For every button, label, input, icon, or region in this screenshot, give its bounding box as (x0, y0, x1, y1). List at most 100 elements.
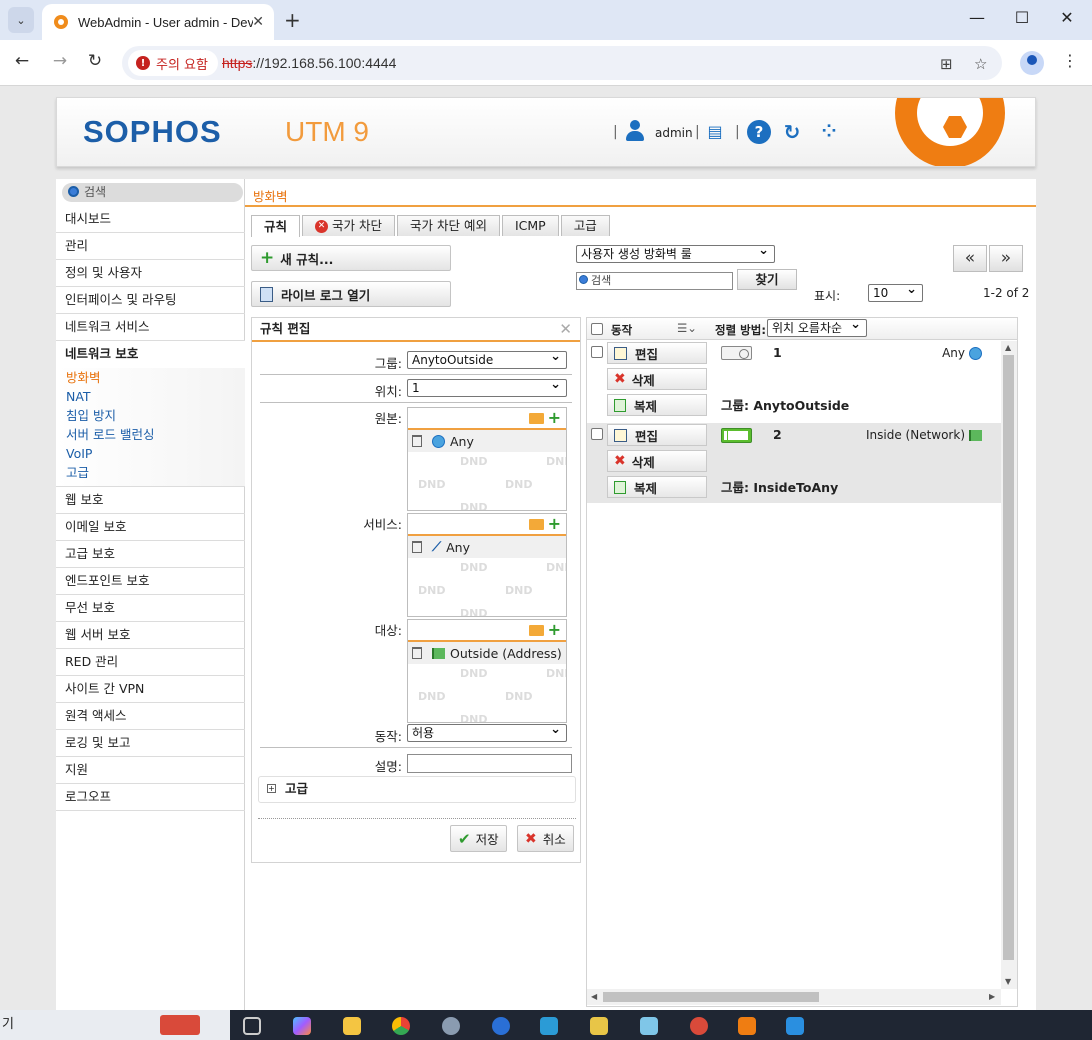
clone-rule-button[interactable]: 복제 (607, 476, 707, 498)
sidebar-item-logging-reporting[interactable]: 로깅 및 보고 (56, 730, 245, 757)
minimize-icon[interactable]: — (962, 8, 992, 27)
sidebar-subitem-load-balancing[interactable]: 서버 로드 밸런싱 (56, 425, 245, 444)
app-icon[interactable] (540, 1017, 558, 1035)
tab-search-button[interactable]: ⌄ (8, 7, 34, 33)
rule-filter-select[interactable]: 사용자 생성 방화벽 룰 (576, 243, 775, 263)
app-icon[interactable] (442, 1017, 460, 1035)
description-input[interactable] (407, 754, 572, 773)
forward-icon[interactable]: → (48, 51, 72, 71)
sidebar-search-input[interactable]: 검색 (62, 183, 243, 202)
display-count-select[interactable]: 10 (868, 282, 923, 302)
edit-rule-button[interactable]: 편집 (607, 342, 707, 364)
sidebar-subitem-nat[interactable]: NAT (56, 387, 245, 406)
add-icon[interactable]: + (548, 514, 561, 533)
new-tab-icon[interactable]: + (284, 8, 301, 32)
sidebar-item-endpoint-protection[interactable]: 엔드포인트 보호 (56, 568, 245, 595)
trash-icon[interactable] (412, 435, 422, 447)
clone-rule-button[interactable]: 복제 (607, 394, 707, 416)
sidebar-item-red-management[interactable]: RED 관리 (56, 649, 245, 676)
sidebar-item-webserver-protection[interactable]: 웹 서버 보호 (56, 622, 245, 649)
clipboard-icon[interactable]: ▤ (703, 120, 727, 144)
sidebar-subitem-firewall[interactable]: 방화벽 (56, 368, 245, 387)
sidebar-item-email-protection[interactable]: 이메일 보호 (56, 514, 245, 541)
sidebar-item-remote-access[interactable]: 원격 액세스 (56, 703, 245, 730)
rule-checkbox[interactable] (591, 428, 603, 440)
sidebar-item-site-to-site-vpn[interactable]: 사이트 간 VPN (56, 676, 245, 703)
app-icon[interactable] (590, 1017, 608, 1035)
edit-rule-button[interactable]: 편집 (607, 424, 707, 446)
sidebar-item-advanced-protection[interactable]: 고급 보호 (56, 541, 245, 568)
activity-spinner-icon[interactable]: ⁘ (817, 120, 841, 144)
username-label[interactable]: admin (655, 126, 693, 140)
save-button[interactable]: ✔ 저장 (450, 825, 507, 852)
rule-enable-toggle[interactable] (721, 346, 752, 360)
close-panel-icon[interactable]: ✕ (559, 318, 572, 340)
sidebar-subitem-advanced[interactable]: 고급 (56, 463, 245, 482)
service-object-box[interactable]: + ⟋ Any DND DND DND DND DND (407, 513, 567, 617)
bookmark-star-icon[interactable]: ☆ (974, 55, 987, 73)
copilot-icon[interactable] (293, 1017, 311, 1035)
rule-enable-toggle[interactable] (721, 428, 752, 443)
browser-tab[interactable]: WebAdmin - User admin - Dev ✕ (42, 4, 274, 40)
terminal-icon[interactable] (738, 1017, 756, 1035)
open-live-log-button[interactable]: 라이브 로그 열기 (251, 281, 451, 307)
find-button[interactable]: 찾기 (737, 269, 797, 290)
folder-icon[interactable] (529, 519, 544, 530)
column-menu-icon[interactable]: ☰⌄ (677, 321, 697, 335)
trash-icon[interactable] (412, 541, 422, 553)
rule-checkbox[interactable] (591, 346, 603, 358)
add-icon[interactable]: + (548, 408, 561, 427)
calendar-widget-icon[interactable] (160, 1015, 200, 1035)
tab-icmp[interactable]: ICMP (501, 215, 559, 236)
close-tab-icon[interactable]: ✕ (252, 14, 264, 30)
source-object-box[interactable]: + Any DND DND DND DND DND (407, 407, 567, 511)
user-icon[interactable] (624, 120, 646, 142)
app-icon[interactable] (786, 1017, 804, 1035)
folder-icon[interactable] (529, 413, 544, 424)
file-explorer-icon[interactable] (343, 1017, 361, 1035)
tab-country-blocking-exceptions[interactable]: 국가 차단 예외 (397, 215, 500, 236)
sidebar-item-network-services[interactable]: 네트워크 서비스 (56, 314, 245, 341)
destination-object-box[interactable]: + Outside (Address) DND DND DND DND DND (407, 619, 567, 723)
scrollbar-thumb[interactable] (1003, 355, 1014, 960)
sort-select[interactable]: 위치 오름차순 (767, 318, 867, 337)
sidebar-item-logoff[interactable]: 로그오프 (56, 784, 245, 811)
source-object-item[interactable]: Any (408, 430, 566, 452)
trash-icon[interactable] (412, 647, 422, 659)
tab-rules[interactable]: 규칙 (251, 215, 301, 237)
vertical-scrollbar[interactable]: ▲ ▼ (1001, 341, 1017, 989)
select-all-checkbox[interactable] (591, 323, 603, 335)
delete-rule-button[interactable]: ✖ 삭제 (607, 450, 707, 472)
back-icon[interactable]: ← (10, 51, 34, 71)
destination-object-item[interactable]: Outside (Address) (408, 642, 566, 664)
page-next-button[interactable]: » (989, 245, 1023, 272)
scrollbar-thumb[interactable] (603, 992, 819, 1002)
add-icon[interactable]: + (548, 620, 561, 639)
profile-avatar[interactable] (1020, 51, 1044, 75)
translate-icon[interactable]: ⊞ (940, 55, 953, 73)
sidebar-item-interfaces-routing[interactable]: 인터페이스 및 라우팅 (56, 287, 245, 314)
delete-rule-button[interactable]: ✖ 삭제 (607, 368, 707, 390)
action-select[interactable]: 허용 (407, 722, 567, 742)
reload-icon[interactable]: ↻ (83, 51, 107, 71)
advanced-section-toggle[interactable]: + 고급 (258, 776, 576, 803)
address-bar[interactable]: ! 주의 요함 https://192.168.56.100:4444 ⊞ ☆ (122, 46, 1002, 80)
app-icon[interactable] (640, 1017, 658, 1035)
sidebar-item-network-protection[interactable]: 네트워크 보호 (56, 341, 245, 368)
sidebar-item-dashboard[interactable]: 대시보드 (56, 206, 245, 233)
app-icon[interactable] (492, 1017, 510, 1035)
position-select[interactable]: 1 (407, 377, 567, 397)
scroll-up-icon[interactable]: ▲ (1005, 343, 1011, 352)
rule-search-input[interactable]: 검색 (576, 272, 733, 290)
sidebar-item-management[interactable]: 관리 (56, 233, 245, 260)
page-prev-button[interactable]: « (953, 245, 987, 272)
help-icon[interactable]: ? (747, 120, 771, 144)
folder-icon[interactable] (529, 625, 544, 636)
security-warning-chip[interactable]: ! 주의 요함 (128, 50, 218, 76)
cancel-button[interactable]: ✖ 취소 (517, 825, 574, 852)
new-rule-button[interactable]: + 새 규칙... (251, 245, 451, 271)
horizontal-scrollbar[interactable]: ◀ ▶ (587, 989, 1001, 1005)
close-window-icon[interactable]: ✕ (1052, 8, 1082, 27)
tab-country-blocking[interactable]: ✕ 국가 차단 (302, 215, 395, 236)
chrome-icon[interactable] (392, 1017, 410, 1035)
